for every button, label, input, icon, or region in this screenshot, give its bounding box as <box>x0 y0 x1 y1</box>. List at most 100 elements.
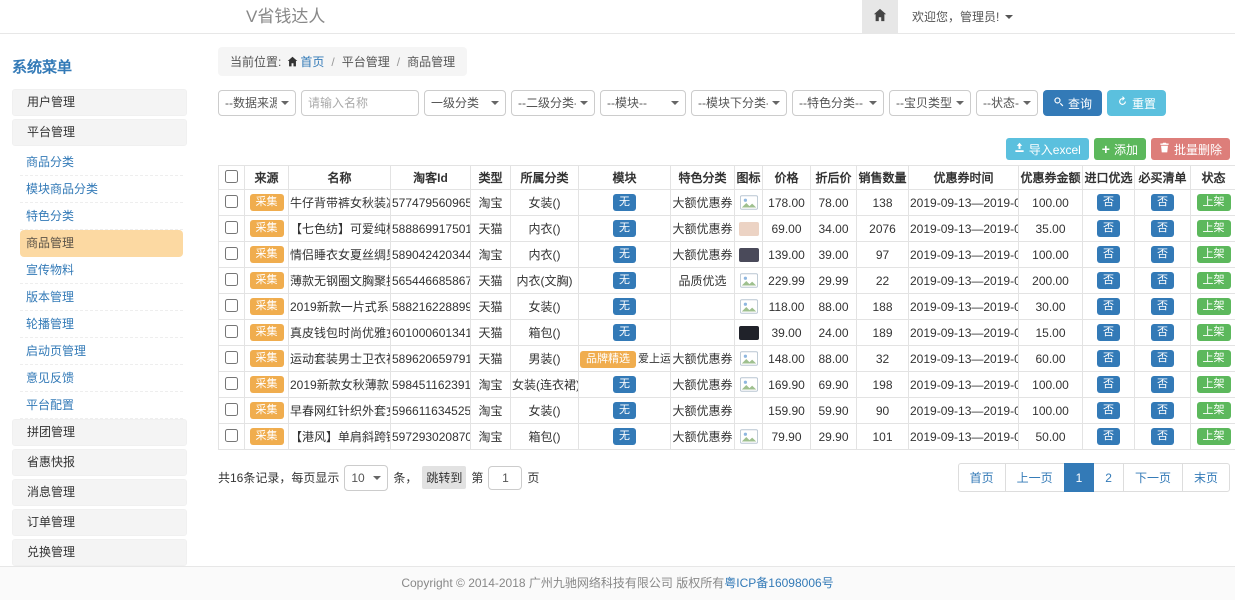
must-buy-toggle[interactable]: 否 <box>1151 350 1174 367</box>
must-buy-toggle[interactable]: 否 <box>1151 220 1174 237</box>
page-button-4[interactable]: 下一页 <box>1123 463 1183 492</box>
imported-toggle[interactable]: 否 <box>1097 298 1120 315</box>
must-buy-toggle[interactable]: 否 <box>1151 402 1174 419</box>
sidebar-group-0[interactable]: 用户管理 <box>12 89 187 116</box>
sidebar-group-14[interactable]: 消息管理 <box>12 479 187 506</box>
broken-image-icon <box>740 377 758 391</box>
row-checkbox[interactable] <box>225 299 238 312</box>
module-none-badge[interactable]: 无 <box>613 272 636 289</box>
breadcrumb-home-link[interactable]: 首页 <box>300 53 324 70</box>
sidebar-item-8[interactable]: 轮播管理 <box>20 311 183 338</box>
sidebar-group-1[interactable]: 平台管理 <box>12 119 187 146</box>
imported-toggle[interactable]: 否 <box>1097 376 1120 393</box>
module-none-badge[interactable]: 无 <box>613 376 636 393</box>
reset-button[interactable]: 重置 <box>1107 90 1166 116</box>
jump-page-input[interactable] <box>488 466 522 490</box>
row-checkbox[interactable] <box>225 351 238 364</box>
page-button-0[interactable]: 首页 <box>958 463 1006 492</box>
home-icon <box>873 8 887 25</box>
status-badge[interactable]: 上架 <box>1197 324 1231 341</box>
row-checkbox[interactable] <box>225 221 238 234</box>
data-source-select[interactable]: --数据来源-- <box>218 90 296 116</box>
must-buy-toggle[interactable]: 否 <box>1151 272 1174 289</box>
module-none-badge[interactable]: 无 <box>613 402 636 419</box>
home-button[interactable] <box>862 0 898 33</box>
row-checkbox[interactable] <box>225 403 238 416</box>
must-buy-toggle[interactable]: 否 <box>1151 194 1174 211</box>
sidebar-item-10[interactable]: 意见反馈 <box>20 365 183 392</box>
broken-image-icon <box>740 351 758 365</box>
imported-toggle[interactable]: 否 <box>1097 402 1120 419</box>
status-badge[interactable]: 上架 <box>1197 298 1231 315</box>
imported-toggle[interactable]: 否 <box>1097 220 1120 237</box>
must-buy-toggle[interactable]: 否 <box>1151 428 1174 445</box>
sidebar-item-9[interactable]: 启动页管理 <box>20 338 183 365</box>
status-select[interactable]: --状态-- <box>976 90 1038 116</box>
row-checkbox[interactable] <box>225 273 238 286</box>
table-cell: 60.00 <box>1019 346 1083 372</box>
must-buy-toggle[interactable]: 否 <box>1151 324 1174 341</box>
must-buy-toggle[interactable]: 否 <box>1151 376 1174 393</box>
page-button-1[interactable]: 上一页 <box>1005 463 1065 492</box>
imported-toggle[interactable]: 否 <box>1097 246 1120 263</box>
sidebar-group-13[interactable]: 省惠快报 <box>12 449 187 476</box>
row-checkbox[interactable] <box>225 377 238 390</box>
page-button-2[interactable]: 1 <box>1064 463 1095 492</box>
module-cell: 无 <box>579 242 671 268</box>
row-checkbox[interactable] <box>225 325 238 338</box>
status-badge[interactable]: 上架 <box>1197 402 1231 419</box>
page-button-3[interactable]: 2 <box>1093 463 1124 492</box>
module-cell: 无 <box>579 190 671 216</box>
sidebar-item-2[interactable]: 商品分类 <box>20 149 183 176</box>
name-input[interactable] <box>301 90 419 116</box>
module-none-badge[interactable]: 无 <box>613 428 636 445</box>
module-select[interactable]: --模块-- <box>600 90 686 116</box>
sidebar-item-3[interactable]: 模块商品分类 <box>20 176 183 203</box>
feature-category-select[interactable]: --特色分类-- <box>792 90 884 116</box>
batch-delete-button[interactable]: 批量删除 <box>1151 138 1230 160</box>
sidebar-group-16[interactable]: 兑换管理 <box>12 539 187 566</box>
select-all-checkbox[interactable] <box>225 170 238 183</box>
module-none-badge[interactable]: 无 <box>613 246 636 263</box>
row-checkbox[interactable] <box>225 429 238 442</box>
sidebar-group-12[interactable]: 拼团管理 <box>12 419 187 446</box>
table-cell: 69.90 <box>811 372 857 398</box>
level1-category-select[interactable]: 一级分类 <box>424 90 506 116</box>
imported-toggle[interactable]: 否 <box>1097 428 1120 445</box>
page-button-5[interactable]: 末页 <box>1182 463 1230 492</box>
search-button[interactable]: 查询 <box>1043 90 1102 116</box>
module-none-badge[interactable]: 无 <box>613 298 636 315</box>
status-badge[interactable]: 上架 <box>1197 428 1231 445</box>
module-none-badge[interactable]: 无 <box>613 324 636 341</box>
imported-toggle[interactable]: 否 <box>1097 324 1120 341</box>
user-menu[interactable]: 欢迎您，管理员! <box>912 8 1013 25</box>
item-type-select[interactable]: --宝贝类型-- <box>889 90 971 116</box>
page-size-select[interactable]: 10 <box>344 465 388 491</box>
sidebar-item-4[interactable]: 特色分类 <box>20 203 183 230</box>
module-none-badge[interactable]: 无 <box>613 220 636 237</box>
imported-toggle[interactable]: 否 <box>1097 272 1120 289</box>
status-badge[interactable]: 上架 <box>1197 246 1231 263</box>
sidebar-item-6[interactable]: 宣传物料 <box>20 257 183 284</box>
must-buy-toggle[interactable]: 否 <box>1151 298 1174 315</box>
status-badge[interactable]: 上架 <box>1197 194 1231 211</box>
import-excel-button[interactable]: 导入excel <box>1006 138 1089 160</box>
sidebar-item-7[interactable]: 版本管理 <box>20 284 183 311</box>
row-checkbox[interactable] <box>225 247 238 260</box>
imported-toggle[interactable]: 否 <box>1097 350 1120 367</box>
add-button[interactable]: + 添加 <box>1094 138 1146 160</box>
imported-toggle[interactable]: 否 <box>1097 194 1120 211</box>
sidebar-group-15[interactable]: 订单管理 <box>12 509 187 536</box>
icp-link[interactable]: 粤ICP备16098006号 <box>724 576 833 590</box>
sidebar-item-5[interactable]: 商品管理 <box>20 230 183 257</box>
status-badge[interactable]: 上架 <box>1197 272 1231 289</box>
sidebar-item-11[interactable]: 平台配置 <box>20 392 183 419</box>
module-subcategory-select[interactable]: --模块下分类-- <box>691 90 787 116</box>
status-badge[interactable]: 上架 <box>1197 350 1231 367</box>
row-checkbox[interactable] <box>225 195 238 208</box>
level2-category-select[interactable]: --二级分类-- <box>511 90 595 116</box>
module-none-badge[interactable]: 无 <box>613 194 636 211</box>
status-badge[interactable]: 上架 <box>1197 376 1231 393</box>
status-badge[interactable]: 上架 <box>1197 220 1231 237</box>
must-buy-toggle[interactable]: 否 <box>1151 246 1174 263</box>
